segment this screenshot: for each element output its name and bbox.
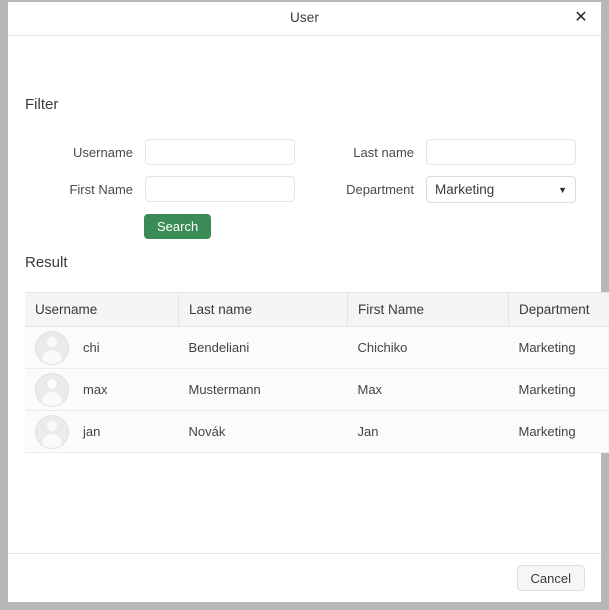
column-header-department[interactable]: Department (509, 293, 609, 327)
cell-username: chi (25, 327, 179, 369)
cell-username: jan (25, 411, 179, 453)
cell-department: Marketing (509, 369, 609, 411)
cell-last-name: Mustermann (179, 369, 348, 411)
column-header-last-name[interactable]: Last name (179, 293, 348, 327)
dialog-body: Filter Username First Name Last name Dep… (8, 36, 601, 553)
user-avatar-icon (35, 415, 69, 449)
user-avatar-icon (35, 331, 69, 365)
filter-heading: Filter (25, 96, 58, 113)
cell-department: Marketing (509, 327, 609, 369)
table-row[interactable]: chi Bendeliani Chichiko Marketing (25, 327, 609, 369)
column-header-first-name[interactable]: First Name (348, 293, 509, 327)
first-name-input[interactable] (145, 176, 295, 202)
result-table: Username Last name First Name Department… (25, 292, 609, 453)
username-label: Username (38, 145, 133, 160)
username-value: max (83, 382, 108, 397)
table-row[interactable]: max Mustermann Max Marketing (25, 369, 609, 411)
cell-first-name: Max (348, 369, 509, 411)
close-icon[interactable]: ✕ (571, 8, 591, 28)
cell-first-name: Jan (348, 411, 509, 453)
first-name-label: First Name (38, 182, 133, 197)
department-select[interactable]: Marketing ▼ (426, 176, 576, 203)
filter-row-department: Department Marketing ▼ (318, 176, 576, 203)
cell-department: Marketing (509, 411, 609, 453)
username-input[interactable] (145, 139, 295, 165)
column-header-username[interactable]: Username (25, 293, 179, 327)
last-name-input[interactable] (426, 139, 576, 165)
cell-first-name: Chichiko (348, 327, 509, 369)
department-label: Department (318, 182, 414, 197)
table-header-row: Username Last name First Name Department (25, 293, 609, 327)
cancel-button[interactable]: Cancel (517, 565, 585, 591)
result-table-body: chi Bendeliani Chichiko Marketing max Mu… (25, 327, 609, 453)
filter-row-username: Username (38, 139, 295, 165)
table-row[interactable]: jan Novák Jan Marketing (25, 411, 609, 453)
username-value: chi (83, 340, 100, 355)
dialog-titlebar: User ✕ (8, 2, 601, 36)
dialog-footer: Cancel (8, 553, 601, 602)
cell-last-name: Novák (179, 411, 348, 453)
filter-row-last-name: Last name (318, 139, 576, 165)
dialog-title: User (8, 10, 601, 25)
username-value: jan (83, 424, 100, 439)
last-name-label: Last name (318, 145, 414, 160)
filter-row-first-name: First Name (38, 176, 295, 202)
result-heading: Result (25, 254, 68, 271)
search-button[interactable]: Search (144, 214, 211, 239)
user-avatar-icon (35, 373, 69, 407)
chevron-down-icon: ▼ (558, 185, 567, 195)
department-select-value: Marketing (435, 182, 494, 197)
result-table-head: Username Last name First Name Department (25, 293, 609, 327)
cell-last-name: Bendeliani (179, 327, 348, 369)
cell-username: max (25, 369, 179, 411)
user-dialog: User ✕ Filter Username First Name Last n… (8, 2, 601, 602)
